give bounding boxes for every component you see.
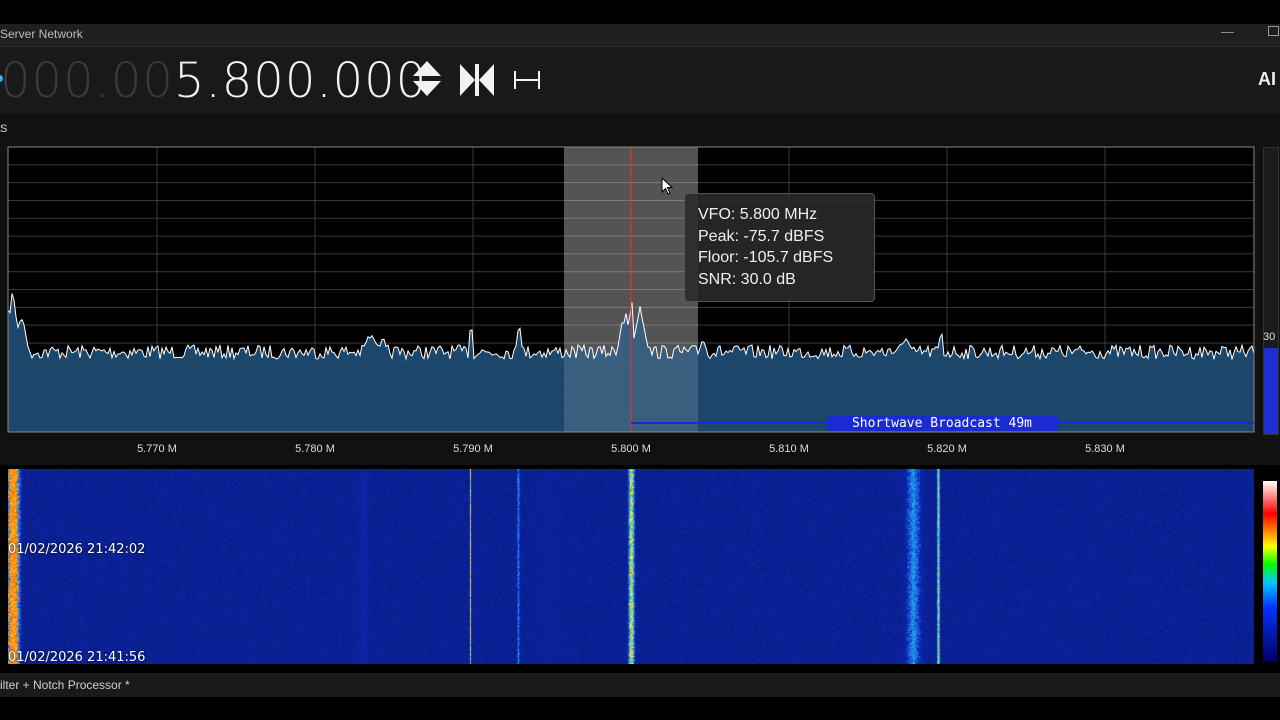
waterfall-panel[interactable]: 01/02/2026 21:42:02 01/02/2026 21:41:56 bbox=[0, 467, 1280, 666]
x-tick-label: 5.830 M bbox=[1085, 443, 1125, 455]
x-tick-label: 5.800 M bbox=[611, 443, 651, 455]
tooltip-floor: Floor: -105.7 dBFS bbox=[698, 249, 834, 266]
spectrum-plot[interactable]: Shortwave Broadcast 49m 5.770 M 5.780 M 5.… bbox=[0, 0, 1280, 470]
waterfall-canvas[interactable] bbox=[8, 469, 1254, 664]
vfo-info-tooltip: VFO: 5.800 MHz Peak: -75.7 dBFS Floor: -… bbox=[684, 193, 875, 302]
x-tick-label: 5.790 M bbox=[453, 443, 493, 455]
x-tick-label: 5.810 M bbox=[769, 443, 809, 455]
status-text: ilter + Notch Processor * bbox=[0, 678, 130, 692]
x-tick-label: 5.770 M bbox=[137, 443, 177, 455]
tooltip-snr: SNR: 30.0 dB bbox=[698, 270, 796, 288]
waterfall-color-scale bbox=[1263, 481, 1277, 662]
x-tick-label: 5.780 M bbox=[295, 443, 335, 455]
x-tick-label: 5.820 M bbox=[927, 443, 967, 455]
x-axis-ticks: 5.770 M 5.780 M 5.790 M 5.800 M 5.810 M 5.820… bbox=[137, 443, 1125, 455]
tooltip-vfo: VFO: 5.800 MHz bbox=[698, 206, 818, 223]
waterfall-timestamp-bottom: 01/02/2026 21:41:56 bbox=[8, 650, 146, 665]
status-bar: ilter + Notch Processor * bbox=[0, 673, 1280, 697]
waterfall-timestamp-top: 01/02/2026 21:42:02 bbox=[8, 542, 146, 557]
band-plan-label[interactable]: Shortwave Broadcast 49m bbox=[852, 416, 1032, 431]
tooltip-peak: Peak: -75.7 dBFS bbox=[698, 227, 825, 245]
mouse-cursor-icon bbox=[661, 177, 674, 195]
